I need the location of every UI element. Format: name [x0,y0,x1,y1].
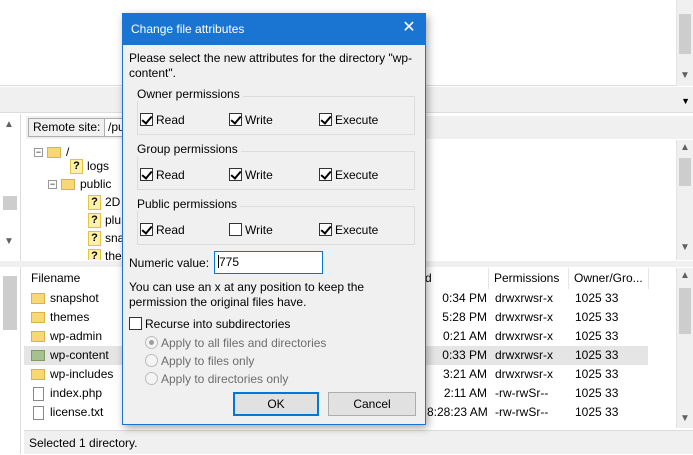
file-owner: 1025 33 [575,310,619,324]
folder-icon [61,179,75,191]
apply-all-radio[interactable]: Apply to all files and directories [145,335,326,351]
scroll-up-icon[interactable]: ▲ [677,268,693,284]
folder-icon [31,350,45,362]
file-permissions: drwxrwsr-x [495,291,553,305]
chevron-down-icon[interactable]: ▼ [681,96,690,106]
file-modified: 2:11 AM [443,386,487,400]
unknown-folder-icon: ? [70,159,83,175]
file-name: license.txt [50,405,104,419]
dialog-description: Please select the new attributes for the… [129,51,413,80]
folder-icon [47,147,61,159]
folder-icon [31,369,45,381]
file-icon [33,386,44,401]
file-owner: 1025 33 [575,291,619,305]
file-owner: 1025 33 [575,367,619,381]
file-owner: 1025 33 [575,329,619,343]
file-modified: 8:28:23 AM [427,405,487,419]
file-icon [33,405,44,420]
unknown-folder-icon: ? [88,249,101,260]
folder-icon [31,312,45,324]
scroll-down-icon[interactable]: ▼ [677,68,693,84]
dialog-title: Change file attributes [131,22,245,36]
public-write-checkbox[interactable]: Write [229,222,273,238]
cancel-button[interactable]: Cancel [328,392,416,416]
file-name: index.php [50,386,103,400]
numeric-value-label: Numeric value: [129,256,210,270]
file-owner: 1025 33 [575,386,619,400]
file-name: snapshot [50,291,99,305]
public-read-checkbox[interactable]: Read [140,222,185,238]
column-permissions[interactable]: Permissions [489,268,569,289]
unknown-folder-icon: ? [88,231,101,247]
file-permissions: drwxrwsr-x [495,329,553,343]
apply-files-radio[interactable]: Apply to files only [145,353,254,369]
unknown-folder-icon: ? [88,213,101,229]
file-name: wp-includes [50,367,114,381]
folder-icon [31,331,45,343]
file-owner: 1025 33 [575,405,619,419]
file-permissions: -rw-rwSr-- [495,386,549,400]
scroll-down-icon[interactable]: ▼ [4,236,14,247]
local-scroll-thumb[interactable] [3,196,17,210]
file-modified: 0:21 AM [442,329,487,343]
file-list-scrollbar[interactable]: ▲ ▼ [676,268,693,428]
file-modified: 3:21 AM [442,367,487,381]
file-permissions: drwxrwsr-x [495,310,553,324]
unknown-folder-icon: ? [88,195,101,211]
file-permissions: -rw-rwSr-- [495,405,549,419]
file-permissions: drwxrwsr-x [495,367,553,381]
scroll-down-icon[interactable]: ▼ [677,240,693,256]
file-permissions: drwxrwsr-x [495,348,553,362]
file-modified: 5:28 PM [442,310,487,324]
remote-tree-scrollbar[interactable]: ▲ ▼ [676,140,693,260]
hint-text: You can use an x at any position to keep… [129,280,365,309]
file-owner: 1025 33 [575,348,619,362]
collapse-icon[interactable]: − [34,148,43,158]
apply-dirs-radio[interactable]: Apply to directories only [145,371,288,387]
dialog-titlebar[interactable]: Change file attributes ✕ [123,14,425,45]
scroll-up-icon[interactable]: ▲ [4,119,14,130]
tree-item-sna[interactable]: ? sna [88,229,124,247]
collapse-icon[interactable]: − [48,180,57,190]
change-file-attributes-dialog: Change file attributes ✕ Please select t… [122,13,426,425]
ok-button[interactable]: OK [233,392,319,416]
column-owner[interactable]: Owner/Gro... [569,268,649,289]
status-bar: Selected 1 directory. [24,430,693,454]
group-permissions-label: Group permissions [137,142,241,156]
close-icon[interactable]: ✕ [401,19,417,37]
tree-item-plu[interactable]: ? plu [88,211,121,229]
numeric-value-input[interactable]: 775 [214,251,323,274]
file-modified: 0:33 PM [442,348,487,362]
file-name: wp-admin [50,329,103,343]
public-permissions-label: Public permissions [137,197,241,211]
owner-write-checkbox[interactable]: Write [229,112,273,128]
folder-icon [31,293,45,305]
column-modified[interactable]: d [420,268,489,289]
owner-read-checkbox[interactable]: Read [140,112,185,128]
owner-permissions-label: Owner permissions [137,87,243,101]
group-read-checkbox[interactable]: Read [140,167,185,183]
public-execute-checkbox[interactable]: Execute [319,222,378,238]
recurse-checkbox[interactable]: Recurse into subdirectories [129,316,290,332]
scroll-up-icon[interactable]: ▲ [677,140,693,156]
file-modified: 0:34 PM [442,291,487,305]
tree-item-2d[interactable]: ? 2D [88,193,120,211]
remote-site-label: Remote site: [28,118,106,137]
file-name: wp-content [50,348,109,362]
group-execute-checkbox[interactable]: Execute [319,167,378,183]
message-log-scrollbar[interactable]: ▼ [676,0,693,86]
tree-root[interactable]: − / [34,143,69,161]
tree-item-the[interactable]: ? the [88,247,122,260]
local-list-scroll-thumb[interactable] [3,276,17,330]
tree-item-logs[interactable]: ? logs [70,157,109,175]
owner-execute-checkbox[interactable]: Execute [319,112,378,128]
tree-item-public[interactable]: − public [48,175,111,193]
scroll-down-icon[interactable]: ▼ [677,411,693,427]
file-name: themes [50,310,90,324]
group-write-checkbox[interactable]: Write [229,167,273,183]
